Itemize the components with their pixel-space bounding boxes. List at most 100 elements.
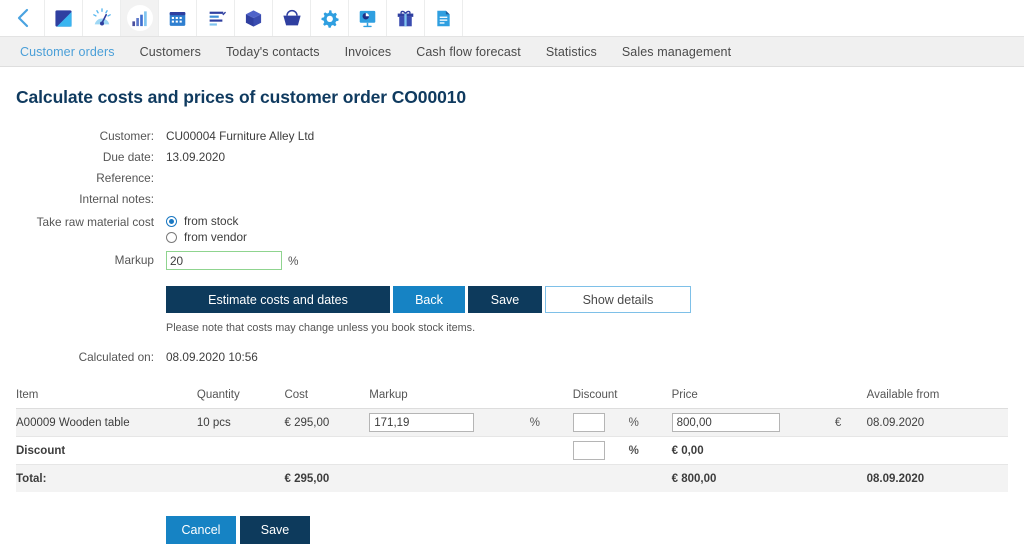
radio-option-from-vendor[interactable]: from vendor xyxy=(166,230,247,245)
estimate-costs-and-dates-button[interactable]: Estimate costs and dates xyxy=(166,286,390,313)
page-body: Calculate costs and prices of customer o… xyxy=(0,87,1024,544)
costs-note: Please note that costs may change unless… xyxy=(166,322,476,334)
cube-icon xyxy=(245,9,262,27)
cell-total-cost: € 295,00 xyxy=(284,464,370,492)
cell-discount-price-cur-empty xyxy=(829,436,867,465)
toolbar-item-bar-chart[interactable] xyxy=(120,0,158,36)
due-date-label: Due date: xyxy=(102,150,154,164)
calculated-on-label: Calculated on: xyxy=(78,350,154,364)
th-price: Price xyxy=(671,389,830,409)
toolbar-item-gift[interactable] xyxy=(386,0,424,36)
toolbar-item-settings[interactable] xyxy=(310,0,348,36)
back-button[interactable] xyxy=(0,0,44,36)
cell-price xyxy=(671,408,830,437)
nav-tab-invoices[interactable]: Invoices xyxy=(345,45,406,59)
chevron-left-icon xyxy=(17,8,28,28)
total-discount-percent-symbol: % xyxy=(628,444,639,457)
field-row-due-date: Due date: 13.09.2020 xyxy=(16,147,1008,167)
cell-quantity: 10 pcs xyxy=(196,408,285,437)
cell-discount xyxy=(572,408,624,437)
save-button-main[interactable]: Save xyxy=(468,286,542,313)
toolbar-item-cube[interactable] xyxy=(234,0,272,36)
table-row-discount: Discount % € 0,00 xyxy=(16,436,1008,465)
th-discount: Discount xyxy=(572,389,624,409)
task-list-icon xyxy=(209,11,226,26)
cell-total-discount-pct-empty xyxy=(623,464,672,492)
bar-chart-icon xyxy=(132,10,147,26)
gauge-icon xyxy=(92,8,111,26)
row-price-input[interactable] xyxy=(671,413,780,432)
raw-material-label: Take raw material cost xyxy=(36,215,154,229)
gift-icon xyxy=(397,10,414,26)
row-markup-input[interactable] xyxy=(369,413,475,432)
toolbar-item-basket[interactable] xyxy=(272,0,310,36)
markup-percent-symbol: % xyxy=(288,253,299,268)
cell-discount-value-percent: % xyxy=(623,436,672,465)
th-item: Item xyxy=(16,389,197,409)
cell-discount-qty-empty xyxy=(196,436,285,465)
table-row-total: Total: € 295,00 € 800,00 08.09.2020 xyxy=(16,464,1008,492)
save-button-footer[interactable]: Save xyxy=(240,516,310,544)
radio-from-stock-icon[interactable] xyxy=(166,216,177,227)
presentation-icon xyxy=(359,10,376,27)
field-row-calculated-on: Calculated on: 08.09.2020 10:56 xyxy=(16,347,1008,367)
radio-from-vendor-icon[interactable] xyxy=(166,232,177,243)
cell-total-label: Total: xyxy=(16,464,197,492)
raw-material-radio-group: from stock from vendor xyxy=(166,212,247,245)
cell-discount-markup-empty xyxy=(369,436,525,465)
dashboard-square-icon xyxy=(55,9,72,27)
back-button-main[interactable]: Back xyxy=(393,286,465,313)
table-row: A00009 Wooden table 10 pcs € 295,00 % % xyxy=(16,408,1008,437)
cell-discount-price: € 0,00 xyxy=(671,436,830,465)
th-available-from: Available from xyxy=(866,389,1008,409)
cell-discount-label: Discount xyxy=(16,436,197,465)
toolbar-item-task-list[interactable] xyxy=(196,0,234,36)
toolbar-item-dashboard-square[interactable] xyxy=(44,0,82,36)
field-row-internal-notes: Internal notes: xyxy=(16,189,1008,209)
markup-input[interactable] xyxy=(166,251,282,270)
cell-markup-percent: % xyxy=(524,408,573,437)
nav-tab-sales-management[interactable]: Sales management xyxy=(622,45,745,59)
toolbar-item-calendar[interactable] xyxy=(158,0,196,36)
toolbar-item-gauge[interactable] xyxy=(82,0,120,36)
action-button-row: Estimate costs and dates Back Save Show … xyxy=(166,286,1008,313)
cell-discount-avail-empty xyxy=(866,436,1008,465)
cell-price-currency: € xyxy=(829,408,867,437)
nav-tab-customer-orders[interactable]: Customer orders xyxy=(20,45,129,59)
markup-label: Markup xyxy=(114,253,154,267)
cost-price-table: Item Quantity Cost Markup Discount Price… xyxy=(16,389,1008,492)
nav-tab-statistics[interactable]: Statistics xyxy=(546,45,611,59)
row-discount-input[interactable] xyxy=(572,413,605,432)
radio-option-from-stock[interactable]: from stock xyxy=(166,214,247,229)
document-icon xyxy=(437,10,450,26)
cell-available-from: 08.09.2020 xyxy=(866,408,1008,437)
cell-total-markup-empty xyxy=(369,464,525,492)
show-details-button[interactable]: Show details xyxy=(545,286,691,313)
th-discount-spacer xyxy=(623,389,672,409)
th-markup: Markup xyxy=(369,389,525,409)
cell-discount-percent: % xyxy=(623,408,672,437)
table-header-row: Item Quantity Cost Markup Discount Price… xyxy=(16,389,1008,409)
nav-tab-customers[interactable]: Customers xyxy=(140,45,215,59)
cell-discount-markup-pct-empty xyxy=(524,436,573,465)
field-row-raw-material-cost: Take raw material cost from stock from v… xyxy=(16,212,1008,245)
toolbar-item-presentation[interactable] xyxy=(348,0,386,36)
cell-discount-value xyxy=(572,436,624,465)
cell-total-markup-pct-empty xyxy=(524,464,573,492)
due-date-value: 13.09.2020 xyxy=(166,150,226,164)
calculated-on-value: 08.09.2020 10:56 xyxy=(166,350,258,364)
cell-discount-cost-empty xyxy=(284,436,370,465)
nav-tab-todays-contacts[interactable]: Today's contacts xyxy=(226,45,334,59)
internal-notes-label: Internal notes: xyxy=(79,192,154,206)
cancel-button[interactable]: Cancel xyxy=(166,516,236,544)
customer-label: Customer: xyxy=(99,129,154,143)
field-row-customer: Customer: CU00004 Furniture Alley Ltd xyxy=(16,126,1008,146)
th-price-spacer xyxy=(829,389,867,409)
total-discount-input[interactable] xyxy=(572,441,605,460)
row-markup-percent-symbol: % xyxy=(529,416,540,429)
nav-tab-cash-flow-forecast[interactable]: Cash flow forecast xyxy=(416,45,535,59)
customer-value: CU00004 Furniture Alley Ltd xyxy=(166,129,315,143)
toolbar-item-document[interactable] xyxy=(424,0,463,36)
cell-markup xyxy=(369,408,525,437)
field-row-reference: Reference: xyxy=(16,168,1008,188)
